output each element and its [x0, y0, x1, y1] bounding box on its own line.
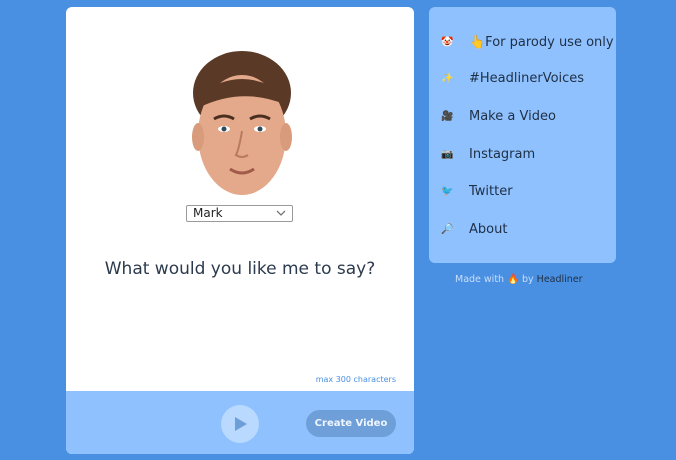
sparkles-icon: ✨ — [441, 72, 454, 84]
sidebar-item-headlinervoices[interactable]: ✨ #HeadlinerVoices — [441, 68, 584, 88]
create-video-button[interactable]: Create Video — [306, 410, 396, 437]
sidebar-item-parody[interactable]: 🤡 👆For parody use only — [441, 32, 614, 52]
character-face-image — [190, 49, 294, 201]
camera-icon: 📷 — [441, 148, 454, 160]
sidebar: 🤡 👆For parody use only ✨ #HeadlinerVoice… — [429, 7, 616, 263]
magnifier-icon: 🔎 — [441, 223, 454, 235]
sidebar-item-twitter[interactable]: 🐦 Twitter — [441, 181, 513, 201]
voice-select[interactable]: Mark — [186, 205, 293, 222]
made-with-credit: Made with 🔥 by Headliner — [455, 274, 583, 285]
sidebar-item-label: #HeadlinerVoices — [469, 70, 585, 86]
sidebar-item-label: Instagram — [469, 146, 536, 162]
play-button[interactable] — [221, 405, 259, 443]
play-icon — [235, 417, 247, 431]
sidebar-item-label: About — [469, 221, 508, 237]
sidebar-item-label: Twitter — [469, 183, 513, 199]
sidebar-item-label: 👆For parody use only — [469, 34, 614, 50]
video-camera-icon: 🎥 — [441, 110, 454, 122]
sidebar-item-instagram[interactable]: 📷 Instagram — [441, 144, 535, 164]
chevron-down-icon — [276, 210, 286, 216]
by-text: by — [521, 274, 534, 285]
clown-icon: 🤡 — [441, 36, 454, 48]
message-prompt[interactable]: What would you like me to say? — [66, 259, 414, 279]
voice-select-value: Mark — [193, 206, 223, 220]
max-characters-hint: max 300 characters — [315, 375, 396, 384]
flame-icon: 🔥 — [507, 274, 519, 285]
sidebar-item-about[interactable]: 🔎 About — [441, 219, 507, 239]
card-footer: Create Video — [66, 391, 414, 454]
made-with-text: Made with — [455, 274, 505, 285]
headliner-link[interactable]: Headliner — [537, 274, 583, 285]
bird-icon: 🐦 — [441, 185, 454, 197]
sidebar-item-label: Make a Video — [469, 108, 556, 124]
voice-card: Mark What would you like me to say? max … — [66, 7, 414, 454]
sidebar-item-make-video[interactable]: 🎥 Make a Video — [441, 106, 556, 126]
